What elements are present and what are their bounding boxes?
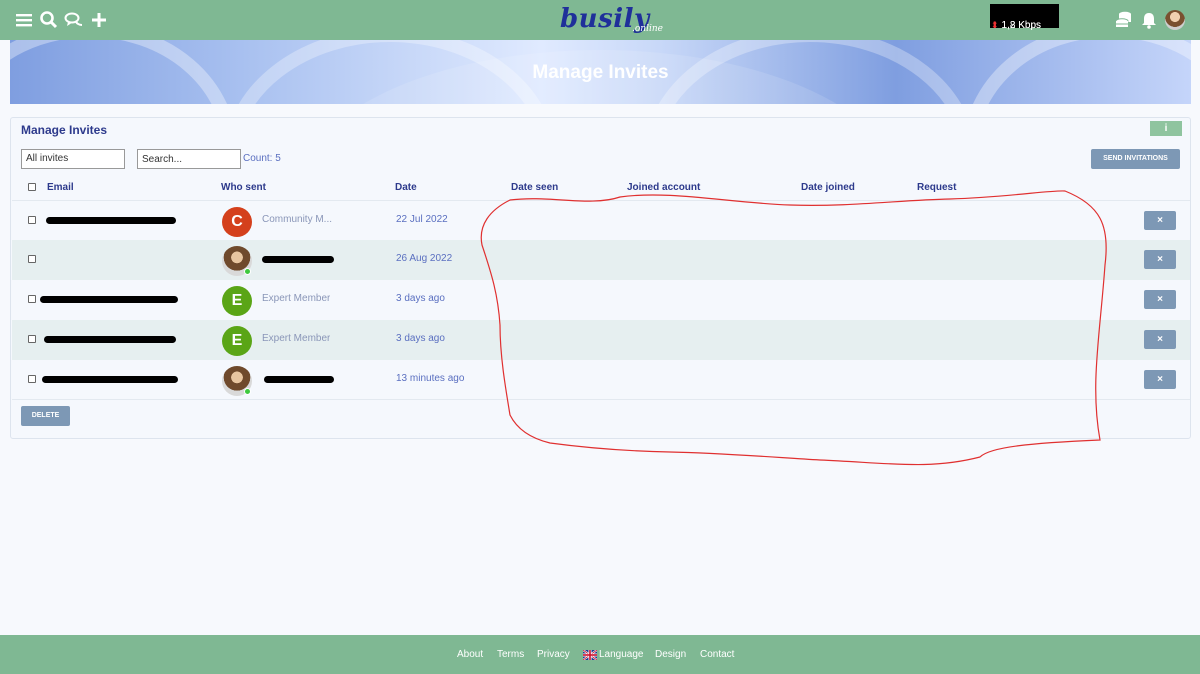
- sender-name[interactable]: Community M...: [262, 214, 332, 225]
- chat-icon[interactable]: [64, 10, 84, 30]
- logo-suffix: .online: [632, 24, 663, 34]
- bell-icon[interactable]: [1139, 10, 1159, 30]
- search-icon[interactable]: [39, 10, 59, 30]
- upload-speed: 1,2 Kbps: [1001, 19, 1042, 31]
- invite-date: 26 Aug 2022: [396, 253, 453, 264]
- remove-invite-button[interactable]: ×: [1144, 370, 1176, 389]
- row-checkbox[interactable]: [28, 255, 36, 263]
- invite-count: Count: 5: [243, 153, 281, 164]
- red-annotation-outline: [480, 190, 1107, 466]
- redacted-email: [46, 217, 176, 224]
- invite-date: 3 days ago: [396, 333, 445, 344]
- redacted-email: [40, 296, 178, 303]
- row-checkbox[interactable]: [28, 375, 36, 383]
- card-title: Manage Invites: [21, 123, 108, 137]
- redacted-sender: [264, 376, 334, 383]
- header-date[interactable]: Date: [395, 182, 417, 193]
- info-button[interactable]: i: [1150, 121, 1182, 136]
- footer-link-language[interactable]: Language: [599, 649, 644, 660]
- sender-name[interactable]: Expert Member: [262, 293, 330, 304]
- redacted-email: [44, 336, 176, 343]
- remove-invite-button[interactable]: ×: [1144, 290, 1176, 309]
- online-status-dot: [244, 388, 251, 395]
- row-checkbox[interactable]: [28, 216, 36, 224]
- sender-name[interactable]: Expert Member: [262, 333, 330, 344]
- footer: About Terms Privacy Language Design Cont…: [0, 635, 1200, 674]
- redacted-sender: [262, 256, 334, 263]
- delete-selected-button[interactable]: DELETE: [21, 406, 70, 426]
- top-bar: busily .online ⬇ 1,8 Kbps ⬆ 1,2 Kbps: [0, 0, 1200, 40]
- footer-link-privacy[interactable]: Privacy: [537, 649, 570, 660]
- sender-avatar[interactable]: C: [222, 207, 252, 237]
- remove-invite-button[interactable]: ×: [1144, 250, 1176, 269]
- footer-link-terms[interactable]: Terms: [497, 649, 524, 660]
- row-checkbox[interactable]: [28, 335, 36, 343]
- header-who-sent[interactable]: Who sent: [221, 182, 266, 193]
- header-email[interactable]: Email: [47, 182, 74, 193]
- plus-icon[interactable]: [89, 10, 109, 30]
- page-title: Manage Invites: [532, 62, 669, 83]
- upload-arrow-icon: ⬆: [991, 19, 999, 30]
- footer-link-about[interactable]: About: [457, 649, 483, 660]
- select-all-checkbox[interactable]: [28, 183, 36, 191]
- coins-icon[interactable]: [1114, 10, 1134, 30]
- network-speed-widget: ⬇ 1,8 Kbps ⬆ 1,2 Kbps: [990, 4, 1059, 31]
- user-avatar[interactable]: [1165, 10, 1185, 30]
- search-input[interactable]: [137, 149, 241, 169]
- invite-date: 13 minutes ago: [396, 373, 465, 384]
- redacted-email: [42, 376, 178, 383]
- sender-avatar[interactable]: E: [222, 326, 252, 356]
- invite-date: 22 Jul 2022: [396, 214, 448, 225]
- send-invitations-button[interactable]: SEND INVITATIONS: [1091, 149, 1180, 169]
- footer-link-design[interactable]: Design: [655, 649, 686, 660]
- uk-flag-icon: [583, 650, 597, 660]
- invite-filter-select[interactable]: All invites: [21, 149, 125, 169]
- remove-invite-button[interactable]: ×: [1144, 330, 1176, 349]
- invite-date: 3 days ago: [396, 293, 445, 304]
- sender-avatar[interactable]: E: [222, 286, 252, 316]
- menu-icon[interactable]: [14, 10, 34, 30]
- footer-link-contact[interactable]: Contact: [700, 649, 734, 660]
- online-status-dot: [244, 268, 251, 275]
- remove-invite-button[interactable]: ×: [1144, 211, 1176, 230]
- page-banner: Manage Invites: [10, 40, 1191, 104]
- row-checkbox[interactable]: [28, 295, 36, 303]
